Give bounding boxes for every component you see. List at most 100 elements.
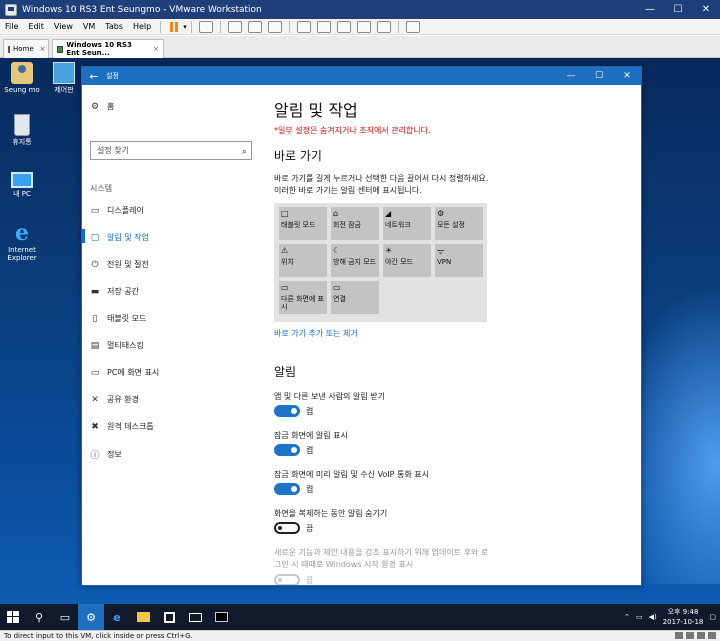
tab-home[interactable]: Home × <box>3 39 49 58</box>
desktop-icon-recycle-bin[interactable]: 휴지통 <box>4 114 40 146</box>
tile-quiet-hours[interactable]: ☾ 방해 금지 모드 <box>331 244 379 277</box>
pause-icon[interactable] <box>168 21 180 33</box>
search-input[interactable]: 설정 찾기 ⌕ <box>90 141 252 160</box>
menu-tabs[interactable]: Tabs <box>100 19 128 35</box>
settings-titlebar: ← 설정 — ☐ ✕ <box>82 67 641 85</box>
network-icon: ◢ <box>385 209 392 218</box>
tile-network[interactable]: ◢ 네트워크 <box>383 207 431 240</box>
edge-icon[interactable]: e <box>104 604 130 630</box>
network-icon[interactable]: ▭ <box>636 613 643 621</box>
add-remove-quick-actions-link[interactable]: 바로 가기 추가 또는 제거 <box>274 328 358 339</box>
tile-night-light[interactable]: ☀ 야간 모드 <box>383 244 431 277</box>
nav-item-share[interactable]: ✕ 공유 환경 <box>90 394 139 405</box>
clock[interactable]: 오후 9:48 2017-10-18 <box>663 607 704 627</box>
file-explorer-icon[interactable] <box>130 604 156 630</box>
console-icon[interactable] <box>336 20 351 33</box>
tile-vpn[interactable]: ᯤ VPN <box>435 244 483 277</box>
nav-item-tablet[interactable]: ▯ 태블릿 모드 <box>90 313 147 324</box>
toggle-state: 끔 <box>306 524 314 533</box>
chevron-down-icon[interactable]: ▾ <box>183 23 187 31</box>
menu-vm[interactable]: VM <box>78 19 100 35</box>
cmd-icon[interactable] <box>208 604 234 630</box>
info-icon: ⓘ <box>90 451 100 461</box>
this-pc-icon <box>11 172 33 188</box>
desktop-icon-control-panel[interactable]: 제어판 <box>46 62 82 94</box>
tile-connect[interactable]: ▭ 연결 <box>331 281 379 314</box>
library-icon[interactable] <box>296 20 311 33</box>
desktop-icon-user[interactable]: Seung mo <box>4 62 40 94</box>
action-center-icon[interactable]: ▢ <box>709 613 716 621</box>
nav-home[interactable]: ⚙ 홈 <box>90 101 114 112</box>
toggle-label: 앱 및 다른 보낸 사람의 알림 받기 <box>274 392 385 401</box>
minimize-icon[interactable]: — <box>557 71 585 81</box>
connect-icon: ▭ <box>333 283 341 292</box>
device-icon[interactable] <box>708 632 716 639</box>
vmware-menubar: File Edit View VM Tabs Help ▾ <box>0 19 720 35</box>
maximize-icon[interactable]: ☐ <box>664 0 692 19</box>
toggle-hide-when-duplicating[interactable] <box>274 522 300 534</box>
nav-item-multitasking[interactable]: ▤ 멀티태스킹 <box>90 340 144 351</box>
menu-help[interactable]: Help <box>128 19 156 35</box>
nav-item-info[interactable]: ⓘ 정보 <box>90 448 121 461</box>
disabled-setting-label: 새로운 기능과 제안 내용을 강조 표시하기 위해 업데이트 후와 로 <box>274 548 489 557</box>
share-icon: ✕ <box>91 394 99 405</box>
gear-icon: ⚙ <box>437 209 445 218</box>
thumbnail-icon[interactable] <box>316 20 331 33</box>
nav-item-display[interactable]: ▭ 디스플레이 <box>90 205 144 216</box>
close-tab-icon[interactable]: × <box>40 45 46 53</box>
close-icon[interactable]: ✕ <box>692 0 720 19</box>
desktop-icon-this-pc[interactable]: 내 PC <box>4 168 40 198</box>
gear-icon: ⚙ <box>90 101 100 112</box>
unity-icon[interactable] <box>356 20 371 33</box>
nav-item-storage[interactable]: ▬ 저장 공간 <box>90 286 139 297</box>
settings-nav: ⚙ 홈 설정 찾기 ⌕ 시스템 ▭ 디스플레이 ▢ 알림 및 작업 ⏻ 전원 및 절전… <box>82 85 262 585</box>
close-icon[interactable]: ✕ <box>613 71 641 81</box>
start-button[interactable] <box>0 604 26 630</box>
desktop-icon-ie[interactable]: e Internet Explorer <box>4 222 40 262</box>
snapshot-icon[interactable] <box>227 20 242 33</box>
tile-project[interactable]: ▭ 다른 화면에 표시 <box>279 281 327 314</box>
menu-edit[interactable]: Edit <box>23 19 49 35</box>
tile-rotation-lock[interactable]: ⌂ 회전 잠금 <box>331 207 379 240</box>
user-folder-icon <box>11 62 33 84</box>
tab-vm[interactable]: Windows 10 RS3 Ent Seun... × <box>52 39 164 58</box>
minimize-icon[interactable]: — <box>636 0 664 19</box>
active-indicator <box>82 229 85 243</box>
maximize-icon[interactable]: ☐ <box>585 71 613 81</box>
moon-icon: ☾ <box>333 246 341 255</box>
nav-item-power[interactable]: ⏻ 전원 및 절전 <box>90 259 148 270</box>
settings-title: 설정 <box>106 72 119 80</box>
nav-item-notifications[interactable]: ▢ 알림 및 작업 <box>90 232 149 243</box>
back-arrow-icon[interactable]: ← <box>82 70 106 83</box>
tile-tablet-mode[interactable]: □ 태블릿 모드 <box>279 207 327 240</box>
toggle-label: 잠금 화면에 알림 표시 <box>274 431 348 440</box>
send-keys-icon[interactable] <box>198 20 213 33</box>
fullscreen-icon[interactable] <box>376 20 391 33</box>
project-icon: ▭ <box>281 283 289 292</box>
nav-item-project[interactable]: ▭ PC에 화면 표시 <box>90 367 160 378</box>
nav-item-remote[interactable]: ✖ 원격 데스크톱 <box>90 421 153 432</box>
menu-view[interactable]: View <box>49 19 78 35</box>
toggle-app-notifications[interactable] <box>274 405 300 417</box>
nav-section-title: 시스템 <box>90 184 113 193</box>
taskbar-settings[interactable]: ⚙ <box>78 604 104 630</box>
close-tab-icon[interactable]: × <box>153 45 159 53</box>
store-icon[interactable] <box>156 604 182 630</box>
chevron-up-icon[interactable]: ⌃ <box>624 613 630 621</box>
toggle-lockscreen-reminders[interactable] <box>274 483 300 495</box>
volume-icon[interactable]: ◀) <box>649 613 657 621</box>
snapshot-manager-icon[interactable] <box>267 20 282 33</box>
device-icon[interactable] <box>697 632 705 639</box>
mail-icon[interactable] <box>182 604 208 630</box>
device-icon[interactable] <box>686 632 694 639</box>
device-icon[interactable] <box>675 632 683 639</box>
tile-all-settings[interactable]: ⚙ 모든 설정 <box>435 207 483 240</box>
toggle-lockscreen-notifications[interactable] <box>274 444 300 456</box>
revert-snapshot-icon[interactable] <box>247 20 262 33</box>
view-options-icon[interactable] <box>405 20 420 33</box>
menu-file[interactable]: File <box>0 19 23 35</box>
task-view-icon[interactable]: ▭ <box>52 604 78 630</box>
search-icon[interactable]: ⚲ <box>26 604 52 630</box>
tablet-icon: ▯ <box>92 313 98 324</box>
tile-location[interactable]: ⚠ 위치 <box>279 244 327 277</box>
